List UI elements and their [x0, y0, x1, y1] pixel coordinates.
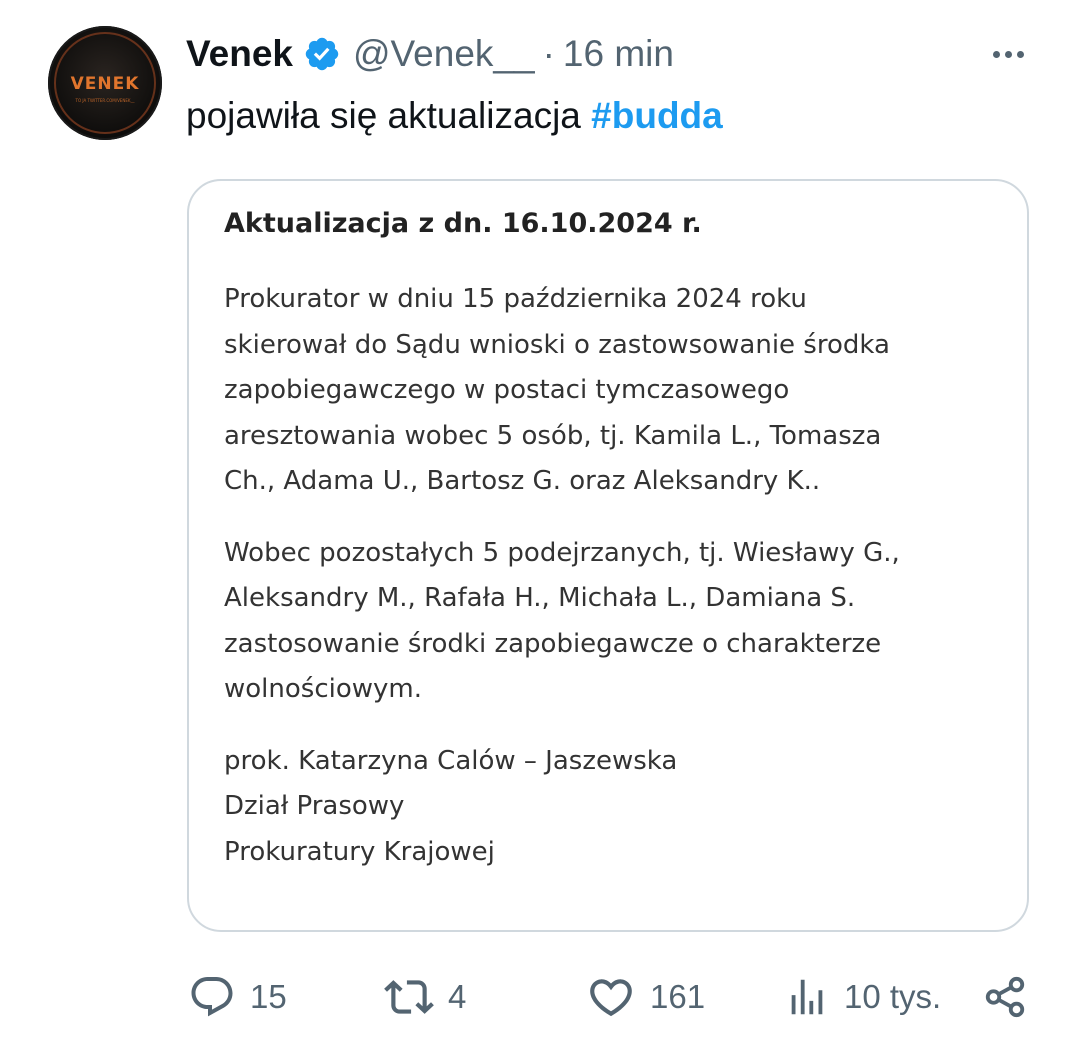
verified-badge-icon[interactable]	[303, 35, 341, 73]
repost-icon	[384, 972, 434, 1022]
share-icon	[982, 974, 1028, 1020]
more-dot	[992, 50, 1000, 58]
repost-count: 4	[448, 978, 467, 1015]
views-button[interactable]: 10 tys.	[784, 970, 941, 1024]
paragraph-line: zastosowanie środki zapobiegawcze o char…	[224, 628, 882, 659]
repost-button[interactable]: 4	[384, 970, 466, 1024]
share-button[interactable]	[982, 970, 1028, 1024]
more-dot	[1016, 50, 1024, 58]
tweet-timestamp[interactable]: 16 min	[563, 33, 674, 75]
paragraph-line: Ch., Adama U., Bartosz G. oraz Aleksandr…	[224, 466, 821, 496]
heart-icon	[586, 972, 636, 1022]
signature-line: Prokuratury Krajowej	[224, 836, 495, 867]
avatar-logo-text: VENEK	[70, 74, 140, 94]
more-dot	[1004, 50, 1012, 58]
signature-line: prok. Katarzyna Calów – Jaszewska	[224, 745, 678, 776]
more-horizontal-icon[interactable]	[984, 38, 1032, 70]
attached-image-card[interactable]: Aktualizacja z dn. 16.10.2024 r. Prokura…	[187, 179, 1029, 932]
reply-count: 15	[250, 978, 287, 1015]
tweet-body-text: pojawiła się aktualizacja	[186, 95, 592, 136]
paragraph-line: Prokurator w dniu 15 października 2024 r…	[224, 284, 807, 314]
separator-dot: ·	[542, 33, 555, 74]
author-handle[interactable]: @Venek__	[353, 33, 535, 75]
hashtag-link[interactable]: #budda	[591, 95, 723, 136]
tweet-text: pojawiła się aktualizacja #budda	[186, 92, 723, 140]
document-paragraph-1: Prokurator w dniu 15 października 2024 r…	[224, 277, 1014, 505]
paragraph-line: Aleksandry M., Rafała H., Michała L., Da…	[224, 583, 856, 613]
paragraph-line: Wobec pozostałych 5 podejrzanych, tj. Wi…	[224, 537, 900, 568]
avatar-logo-subtext: TO JA TWITTER.COM/VENEK__	[75, 98, 135, 103]
signature-line: Dział Prasowy	[224, 791, 405, 821]
document-content: Aktualizacja z dn. 16.10.2024 r. Prokura…	[224, 201, 1014, 875]
document-paragraph-2: Wobec pozostałych 5 podejrzanych, tj. Wi…	[224, 531, 1014, 713]
paragraph-line: zapobiegawczego w postaci tymczasowego	[224, 375, 790, 405]
reply-bubble-icon	[188, 973, 236, 1021]
reply-button[interactable]: 15	[188, 970, 287, 1024]
tweet-action-bar: 15 4 161 10 tys.	[186, 970, 1036, 1024]
paragraph-line: wolnościowym.	[224, 674, 422, 704]
document-signature: prok. Katarzyna Calów – Jaszewska Dział …	[224, 739, 1014, 876]
document-title: Aktualizacja z dn. 16.10.2024 r.	[224, 208, 702, 239]
tweet-header: Venek @Venek__ · 16 min	[186, 30, 674, 78]
bar-chart-icon	[784, 974, 830, 1020]
like-button[interactable]: 161	[586, 970, 705, 1024]
author-avatar[interactable]: VENEK TO JA TWITTER.COM/VENEK__	[48, 26, 162, 140]
author-display-name[interactable]: Venek	[186, 33, 293, 75]
views-count: 10 tys.	[844, 978, 942, 1015]
paragraph-line: skierował do Sądu wnioski o zastowsowani…	[224, 329, 890, 360]
like-count: 161	[650, 978, 706, 1015]
paragraph-line: aresztowania wobec 5 osób, tj. Kamila L.…	[224, 420, 882, 451]
